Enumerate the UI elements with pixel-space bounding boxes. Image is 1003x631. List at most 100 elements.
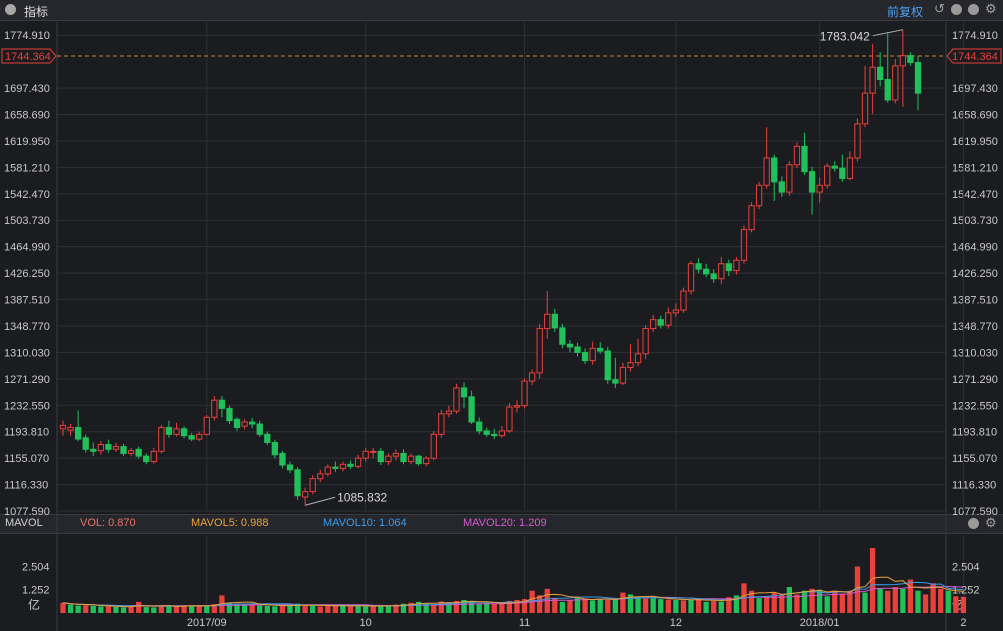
candle-body [105, 444, 112, 450]
price-axis-label-right: 1464.990 [952, 242, 998, 254]
time-axis-label: 12 [670, 617, 682, 629]
candle-body [612, 379, 619, 384]
volume-bar [816, 589, 823, 613]
volume-bar [257, 605, 263, 613]
candle-body [392, 452, 400, 457]
volume-bar [340, 605, 346, 613]
price-axis-label-left: 1503.730 [4, 215, 50, 227]
candle-body [536, 328, 543, 374]
price-axis-label-right: 1232.550 [952, 400, 998, 412]
volume-bar [922, 594, 929, 613]
candle-body [566, 343, 574, 348]
candle-body [256, 423, 263, 435]
candle-body [377, 450, 384, 463]
candle-body [861, 92, 869, 125]
candle-body [513, 405, 521, 408]
price-axis-label-left: 1193.810 [4, 427, 49, 439]
volume-bar [136, 601, 142, 613]
candlestick-chart[interactable]: 1774.910 1774.910 1697.430 1697.430 1658.690… [0, 0, 1003, 631]
volume-bar [310, 605, 316, 613]
volume-bar [658, 599, 664, 613]
price-axis-label-right: 1193.810 [952, 427, 997, 439]
volume-axis-label-left: 1.252 [22, 585, 50, 597]
volume-bar [907, 579, 914, 613]
volume-bar [688, 599, 694, 613]
price-axis-label-right: 1774.910 [952, 30, 998, 42]
volume-bar [945, 590, 951, 613]
candle-body [354, 457, 362, 467]
volume-bar [196, 605, 202, 613]
candle-body [672, 309, 680, 314]
candle-body [899, 55, 907, 67]
candle-body [589, 347, 596, 362]
volume-bar [589, 600, 596, 613]
candle-body [544, 313, 551, 330]
candle-body [218, 399, 226, 409]
candle-body [203, 416, 210, 435]
candle-body [831, 165, 838, 169]
candle-body [801, 145, 808, 173]
price-axis-label-left: 1619.950 [4, 136, 50, 148]
volume-bar [272, 606, 278, 613]
candle-body [264, 433, 271, 443]
volume-bar [67, 604, 74, 613]
time-axis-label: 2018/01 [800, 617, 840, 629]
candle-body [877, 66, 884, 81]
price-axis-label-left: 1116.330 [4, 480, 48, 492]
volume-bar [665, 599, 671, 613]
volume-bar [620, 592, 626, 613]
price-axis-label-right: 1503.730 [952, 215, 998, 227]
volume-bar [302, 605, 308, 613]
candle-body [423, 457, 430, 465]
volume-bar [83, 605, 89, 613]
volume-bar [862, 592, 868, 613]
volume-bar [491, 604, 497, 613]
volume-bar [756, 598, 762, 613]
price-axis-label-left: 1658.690 [4, 110, 50, 122]
volume-bar [764, 596, 770, 613]
volume-bar [355, 605, 361, 613]
volume-bar [695, 598, 702, 613]
candle-body [233, 418, 241, 428]
volume-bar [953, 596, 959, 613]
volume-bar [824, 596, 830, 613]
candle-body [226, 407, 233, 422]
price-axis-label-left: 1077.590 [4, 506, 50, 518]
time-axis-label: 10 [360, 617, 372, 629]
candle-body [907, 55, 914, 63]
candle-body [740, 229, 748, 261]
volume-bar [786, 587, 793, 613]
volume-bar [642, 598, 649, 613]
candle-body [778, 181, 785, 193]
volume-bar [143, 607, 149, 613]
candle-body [824, 165, 831, 186]
volume-bar [75, 605, 81, 613]
candle-body [97, 444, 104, 452]
volume-bar [385, 606, 392, 613]
volume-bar [711, 600, 717, 613]
candle-body [574, 346, 581, 353]
candle-body [642, 328, 649, 355]
price-axis-label-right: 1077.590 [952, 506, 998, 518]
candle-body [808, 171, 816, 193]
candle-body [695, 263, 702, 270]
candle-body [687, 263, 695, 292]
max-price-label: 1783.042 [820, 30, 870, 44]
price-axis-label-left: 1232.550 [4, 400, 50, 412]
candle-body [143, 455, 150, 463]
volume-bar [347, 606, 354, 613]
candle-body [559, 327, 566, 345]
price-axis-label-right: 1658.690 [952, 110, 998, 122]
volume-bar [809, 588, 815, 613]
volume-bar [60, 602, 66, 613]
candle-body [415, 455, 422, 465]
candle-body [710, 273, 717, 280]
candle-body [854, 123, 861, 159]
price-axis-label-left: 1310.030 [4, 347, 50, 359]
candle-body [491, 433, 498, 437]
price-axis-label-right: 1348.770 [952, 321, 998, 333]
candle-body [407, 455, 415, 463]
volume-bar [794, 594, 800, 613]
candle-body [241, 421, 248, 427]
price-axis-label-left: 1697.430 [4, 83, 50, 95]
